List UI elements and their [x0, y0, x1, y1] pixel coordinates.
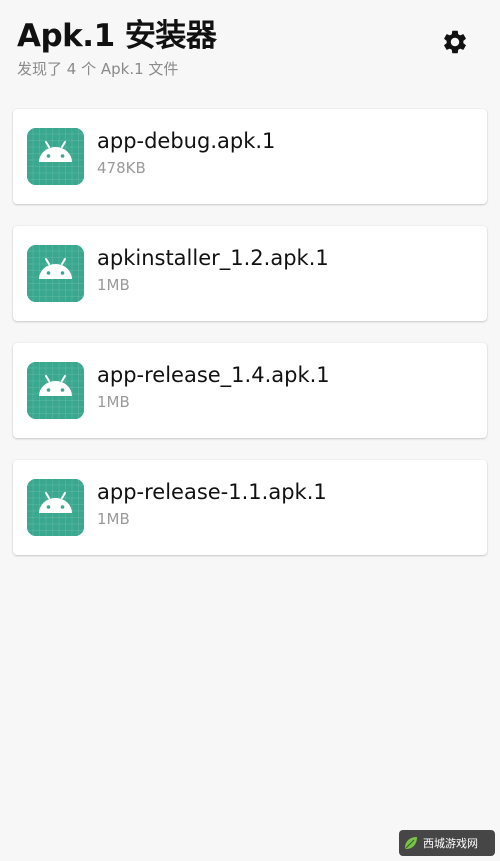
file-size: 1MB	[97, 510, 130, 528]
settings-button[interactable]	[439, 26, 471, 58]
android-app-icon	[27, 479, 84, 536]
file-name: apkinstaller_1.2.apk.1	[97, 246, 329, 270]
file-size: 478KB	[97, 159, 146, 177]
file-size: 1MB	[97, 393, 130, 411]
leaf-logo-icon	[405, 837, 417, 849]
android-app-icon	[27, 362, 84, 419]
file-name: app-release_1.4.apk.1	[97, 363, 330, 387]
apk-file-list: app-debug.apk.1 478KB apkinstaller_1.2.a…	[13, 109, 487, 577]
android-app-icon	[27, 128, 84, 185]
apk-file-item[interactable]: app-debug.apk.1 478KB	[13, 109, 487, 204]
app-header: Apk.1 安装器 发现了 4 个 Apk.1 文件	[0, 0, 500, 100]
file-name: app-release-1.1.apk.1	[97, 480, 327, 504]
apk-file-item[interactable]: app-release_1.4.apk.1 1MB	[13, 343, 487, 438]
android-app-icon	[27, 245, 84, 302]
file-count-subtitle: 发现了 4 个 Apk.1 文件	[17, 60, 179, 78]
apk-file-item[interactable]: app-release-1.1.apk.1 1MB	[13, 460, 487, 555]
site-watermark: 西城游戏网	[399, 830, 495, 856]
file-size: 1MB	[97, 276, 130, 294]
apk-file-item[interactable]: apkinstaller_1.2.apk.1 1MB	[13, 226, 487, 321]
watermark-text: 西城游戏网	[423, 837, 478, 850]
page-title: Apk.1 安装器	[17, 18, 217, 54]
file-name: app-debug.apk.1	[97, 129, 276, 153]
gear-icon	[444, 30, 466, 54]
